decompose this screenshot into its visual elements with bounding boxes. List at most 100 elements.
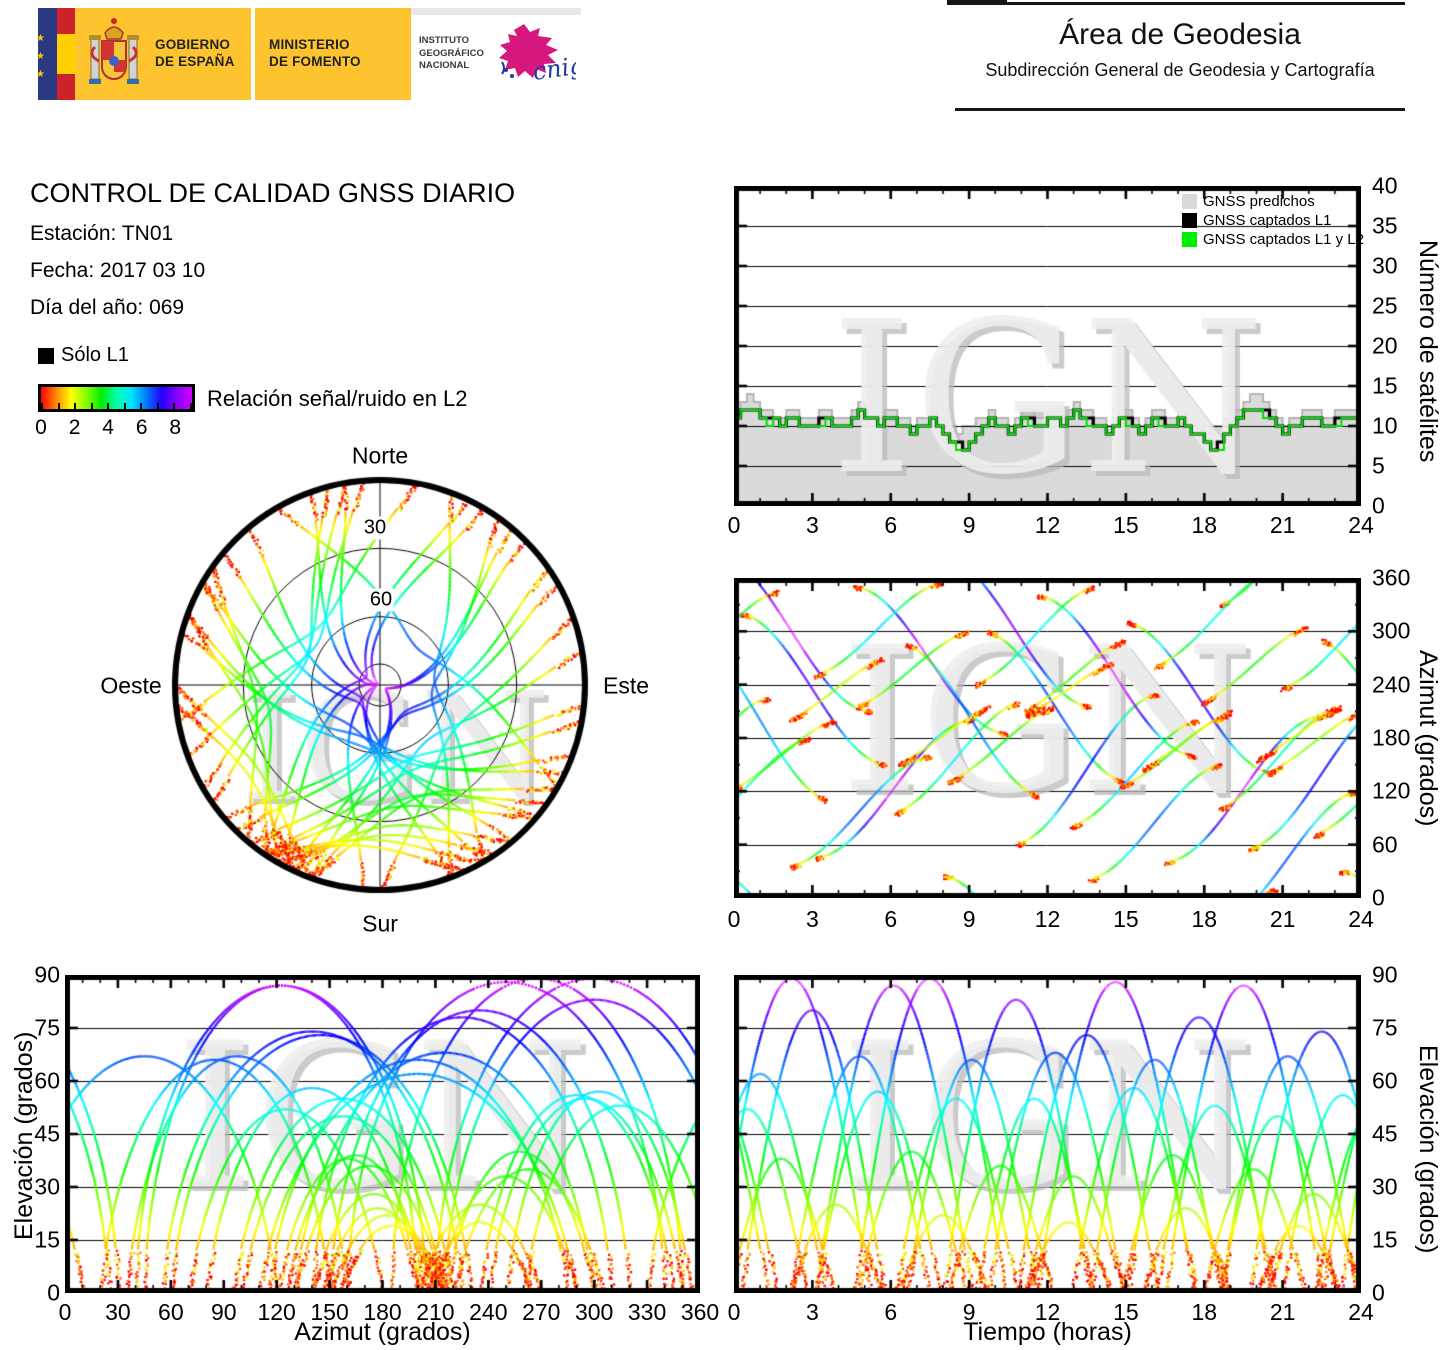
eu-star-icon: ★ bbox=[36, 33, 45, 44]
x-tick-label: 6 bbox=[884, 906, 898, 932]
y-tick-label: 300 bbox=[1372, 617, 1411, 644]
ign-gray-strip bbox=[411, 8, 581, 15]
legend-swatch-l1l2 bbox=[1182, 232, 1197, 247]
flag-yellow-band bbox=[57, 33, 75, 75]
polar-ring-60-label: 60 bbox=[367, 588, 395, 612]
colorbar-tick-label: 6 bbox=[135, 416, 148, 439]
gnss-quality-report-page: ★ ★ ★ GOBIERNO DE ESPAÑA MINISTERIO DE F… bbox=[0, 0, 1445, 1350]
legend-swatch-predichos bbox=[1182, 194, 1197, 209]
elevation-azimuth-ylabel: Elevación (grados) bbox=[10, 1031, 38, 1240]
colorbar-tick bbox=[140, 403, 143, 409]
colorbar-tick bbox=[156, 403, 159, 409]
y-tick-label: 0 bbox=[47, 1279, 60, 1306]
header-rule-top bbox=[955, 2, 1405, 5]
snr-colorbar-gradient bbox=[41, 387, 192, 409]
header-rule-bottom bbox=[955, 108, 1405, 111]
legend-row: GNSS predichos bbox=[1182, 192, 1364, 211]
y-tick-label: 60 bbox=[1372, 1067, 1398, 1094]
polar-west-label: Oeste bbox=[100, 672, 162, 699]
y-tick-label: 0 bbox=[1372, 884, 1385, 911]
y-tick-label: 360 bbox=[1372, 564, 1411, 591]
azimuth-time-canvas bbox=[734, 578, 1361, 898]
header-rule-accent bbox=[947, 0, 1007, 5]
legend-row: GNSS captados L1 bbox=[1182, 211, 1364, 230]
colorbar-tick bbox=[57, 403, 60, 409]
azimuth-time-ylabel: Azimut (grados) bbox=[1414, 650, 1442, 827]
x-tick-label: 3 bbox=[805, 512, 819, 538]
flag-red-band bbox=[57, 8, 75, 34]
y-tick-label: 0 bbox=[1372, 492, 1385, 519]
gobierno-block: GOBIERNO DE ESPAÑA bbox=[75, 8, 251, 100]
satellite-count-chart: GNSS predichos GNSS captados L1 GNSS cap… bbox=[734, 186, 1364, 506]
y-tick-label: 30 bbox=[1372, 1173, 1398, 1200]
x-tick-label: 15 bbox=[1113, 512, 1139, 538]
solo-l1-label: Sólo L1 bbox=[61, 344, 129, 366]
elevation-time-ylabel: Elevación (grados) bbox=[1414, 1045, 1442, 1254]
legend-label: GNSS captados L1 y L2 bbox=[1203, 231, 1364, 248]
polar-north-label: Norte bbox=[351, 442, 409, 469]
colorbar-tick-label: 0 bbox=[35, 416, 47, 439]
elevation-azimuth-xlabel: Azimut (grados) bbox=[294, 1318, 471, 1346]
flag-red-band bbox=[57, 74, 75, 101]
colorbar-tick-label: 4 bbox=[102, 416, 114, 439]
satellite-count-legend: GNSS predichos GNSS captados L1 GNSS cap… bbox=[1182, 192, 1364, 249]
y-tick-label: 60 bbox=[1372, 831, 1398, 858]
y-tick-label: 45 bbox=[1372, 1120, 1398, 1147]
y-tick-label: 0 bbox=[1372, 1279, 1385, 1306]
x-tick-label: 21 bbox=[1269, 906, 1296, 932]
elevation-time-canvas bbox=[734, 975, 1361, 1293]
x-tick-label: 21 bbox=[1269, 512, 1296, 538]
y-tick-label: 180 bbox=[1372, 724, 1411, 751]
y-tick-label: 120 bbox=[1372, 777, 1411, 804]
instituto-text: INSTITUTO GEOGRÁFICO NACIONAL bbox=[419, 35, 484, 72]
y-tick-label: 25 bbox=[1372, 292, 1398, 319]
legend-label: GNSS captados L1 bbox=[1203, 212, 1332, 229]
black-square-swatch bbox=[38, 347, 54, 364]
colorbar-tick bbox=[190, 403, 192, 409]
polar-east-label: Este bbox=[602, 672, 650, 699]
spain-flag-strip bbox=[57, 8, 75, 101]
header-subtitle: Subdirección General de Geodesia y Carto… bbox=[985, 60, 1375, 80]
colorbar-tick bbox=[41, 403, 43, 409]
government-logo-bar: ★ ★ ★ GOBIERNO DE ESPAÑA MINISTERIO DE F… bbox=[36, 8, 581, 101]
legend-swatch-l1 bbox=[1182, 213, 1197, 228]
colorbar-tick bbox=[173, 403, 176, 409]
colorbar-tick-label: 2 bbox=[68, 416, 81, 439]
x-tick-label: 6 bbox=[884, 512, 898, 538]
gobierno-text: GOBIERNO DE ESPAÑA bbox=[155, 37, 235, 69]
area-geodesia-header: Área de Geodesia Subdirección General de… bbox=[947, 0, 1405, 114]
x-tick-label: 24 bbox=[1348, 512, 1374, 538]
header-title: Área de Geodesia bbox=[1059, 18, 1301, 51]
elevation-time-chart bbox=[734, 975, 1361, 1293]
y-tick-label: 15 bbox=[1372, 1226, 1398, 1253]
elevation-azimuth-chart bbox=[65, 975, 700, 1293]
ign-block: INSTITUTO GEOGRÁFICO NACIONAL cnig bbox=[411, 8, 581, 100]
x-tick-label: 15 bbox=[1113, 906, 1139, 932]
colorbar-tick bbox=[74, 403, 77, 409]
y-tick-label: 10 bbox=[1372, 412, 1398, 439]
y-tick-label: 75 bbox=[1372, 1014, 1398, 1041]
date-line: Fecha: 2017 03 10 bbox=[30, 259, 206, 282]
snr-colorbar bbox=[38, 384, 195, 412]
x-tick-label: 9 bbox=[962, 906, 976, 932]
cnig-logo: cnig bbox=[498, 24, 576, 86]
polar-south-label: Sur bbox=[362, 910, 398, 937]
y-tick-label: 240 bbox=[1372, 671, 1411, 698]
elevation-time-xlabel: Tiempo (horas) bbox=[963, 1318, 1132, 1346]
y-tick-label: 90 bbox=[1372, 961, 1398, 988]
colorbar-tick-label: 8 bbox=[169, 416, 182, 439]
x-tick-label: 0 bbox=[727, 512, 741, 538]
x-tick-label: 9 bbox=[962, 512, 976, 538]
satellite-count-ylabel: Número de satélites bbox=[1414, 240, 1442, 463]
x-tick-label: 18 bbox=[1191, 512, 1218, 538]
colorbar-tick bbox=[90, 403, 93, 409]
y-tick-label: 40 bbox=[1372, 172, 1398, 199]
eu-flag-band: ★ ★ ★ bbox=[36, 8, 57, 100]
eu-star-icon: ★ bbox=[36, 69, 45, 80]
elevation-azimuth-canvas bbox=[65, 975, 700, 1293]
station-line: Estación: TN01 bbox=[30, 222, 174, 245]
y-tick-label: 30 bbox=[1372, 252, 1398, 279]
report-title: CONTROL DE CALIDAD GNSS DIARIO bbox=[30, 178, 516, 208]
x-tick-label: 12 bbox=[1034, 906, 1061, 932]
azimuth-time-chart bbox=[734, 578, 1361, 898]
